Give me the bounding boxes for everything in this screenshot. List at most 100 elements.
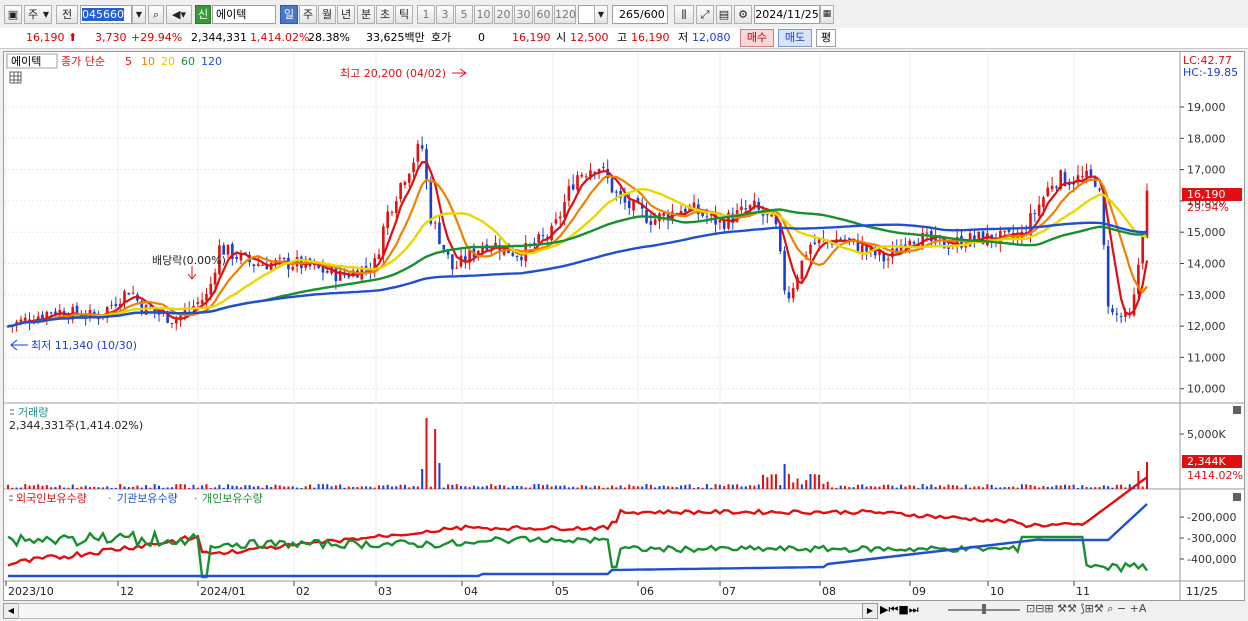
volume-bar [723,486,726,489]
minute-10[interactable]: 10 [474,5,493,24]
volume-bar [861,484,864,489]
volume-bar [1085,486,1088,489]
volume-bar [80,486,83,489]
candle-type-icon[interactable]: ⫼ [674,5,694,24]
holding-close-icon[interactable] [1233,493,1241,501]
volume-bar [576,487,579,489]
volume-close-icon[interactable] [1233,406,1241,414]
volume-bar [11,487,14,489]
volume-bar [222,487,225,489]
candle-body [1098,188,1101,191]
candle-body [200,300,204,304]
candle-body [791,288,795,299]
x-axis-label: 07 [722,585,736,598]
chart-canvas[interactable]: 에이텍 종가 단순 5 10 20 60 120 최고 20,200 (04/0… [4,52,1244,600]
volume-bar [313,487,316,489]
code-dropdown-icon[interactable]: ▼ [132,5,146,24]
calendar-icon[interactable]: ▦ [820,5,834,24]
search-icon[interactable]: ⌕ [148,5,164,24]
minute-5[interactable]: 5 [455,5,473,24]
draw-tool-icon[interactable]: ⤢ [696,5,714,24]
count-field[interactable]: 265/600 [612,5,668,24]
volume-bar [934,486,937,489]
minute-1[interactable]: 1 [417,5,435,24]
period-tick[interactable]: 틱 [395,5,413,24]
candle-body [809,244,812,255]
volume-bar [589,487,592,489]
volume-bar [805,480,808,489]
market-select[interactable]: 주 ▼ [24,5,52,24]
volume-bar [472,485,475,489]
volume-bar [1020,484,1023,489]
max-annotation: 최고 20,200 (04/02) [340,67,446,80]
playback-controls-icon[interactable]: ▶⏮■⏭ [880,603,919,617]
scrollbar-track[interactable] [18,603,878,619]
custom-period-dropdown-icon[interactable]: ▼ [594,5,608,24]
period-minute[interactable]: 분 [357,5,375,24]
x-axis-label: 08 [822,585,836,598]
code-input[interactable]: 045660 [80,5,132,24]
volume-bar [24,484,27,489]
window-icon[interactable]: ▣ [4,5,22,24]
x-axis-label: 12 [120,585,134,598]
volume-bar [779,484,782,489]
chart-area[interactable]: 에이텍 종가 단순 5 10 20 60 120 최고 20,200 (04/0… [3,51,1245,601]
volume-bar [123,486,126,489]
candle-body [282,257,286,259]
volume-bar [464,486,467,489]
volume-bar [990,484,993,489]
period-day[interactable]: 일 [280,5,298,24]
volume-bar [1111,487,1114,489]
speaker-icon[interactable]: ◀▾ [166,5,192,24]
volume-bar [382,485,385,489]
volume-bar [1124,487,1127,489]
legend-institution: 기관보유수량 [117,492,178,505]
volume-bar [559,485,562,489]
candle-body [623,196,627,203]
scroll-right-icon[interactable]: ▶ [862,603,878,619]
volume-bar [468,486,471,489]
date-field[interactable]: 2024/11/25 [754,5,820,24]
volume-bar [334,485,337,489]
volume-bar [1068,485,1071,489]
buy-button[interactable]: 매수 [740,29,774,47]
settings-icon[interactable]: ⚙ [734,5,752,24]
market2-select[interactable]: 전 [56,5,78,24]
period-second[interactable]: 초 [376,5,394,24]
period-year[interactable]: 년 [337,5,355,24]
minute-3[interactable]: 3 [436,5,454,24]
save-icon[interactable]: ▤ [716,5,732,24]
period-month[interactable]: 월 [318,5,336,24]
volume-bar [999,487,1002,489]
volume-bar [856,484,859,489]
candle-body [196,301,200,304]
minute-30[interactable]: 30 [514,5,533,24]
scroll-left-icon[interactable]: ◀ [3,603,19,619]
volume-bar [843,486,846,489]
volume-bar [986,484,989,489]
zoom-slider-handle[interactable] [982,604,986,614]
legend-foreign: 외국인보유수량 [16,492,87,505]
sell-button[interactable]: 매도 [778,29,812,47]
volume-bar [541,485,544,489]
volume-bar [710,487,713,489]
volume-bar [895,487,898,489]
candle-body [1007,229,1011,232]
avg-button[interactable]: 평 [816,29,836,47]
volume-bar [692,487,695,489]
stock-name-field[interactable]: 에이텍 [212,5,276,24]
volume-bar [697,486,700,489]
period-week[interactable]: 주 [299,5,317,24]
chart-tools-icon[interactable]: ⊡⊟⊞ ⚒⚒ ⟆⊞⚒ ⌕ − +A [1026,602,1146,616]
candle-body [705,216,709,218]
volume-bar [183,484,186,489]
volume-bar [7,484,9,489]
volume-bar [76,487,79,489]
volume-bar [365,486,368,489]
volume-bar [270,486,273,489]
minute-20[interactable]: 20 [494,5,513,24]
table-toggle-icon[interactable] [9,71,22,84]
minute-120[interactable]: 120 [554,5,576,24]
volume-bar [852,487,855,489]
minute-60[interactable]: 60 [534,5,553,24]
